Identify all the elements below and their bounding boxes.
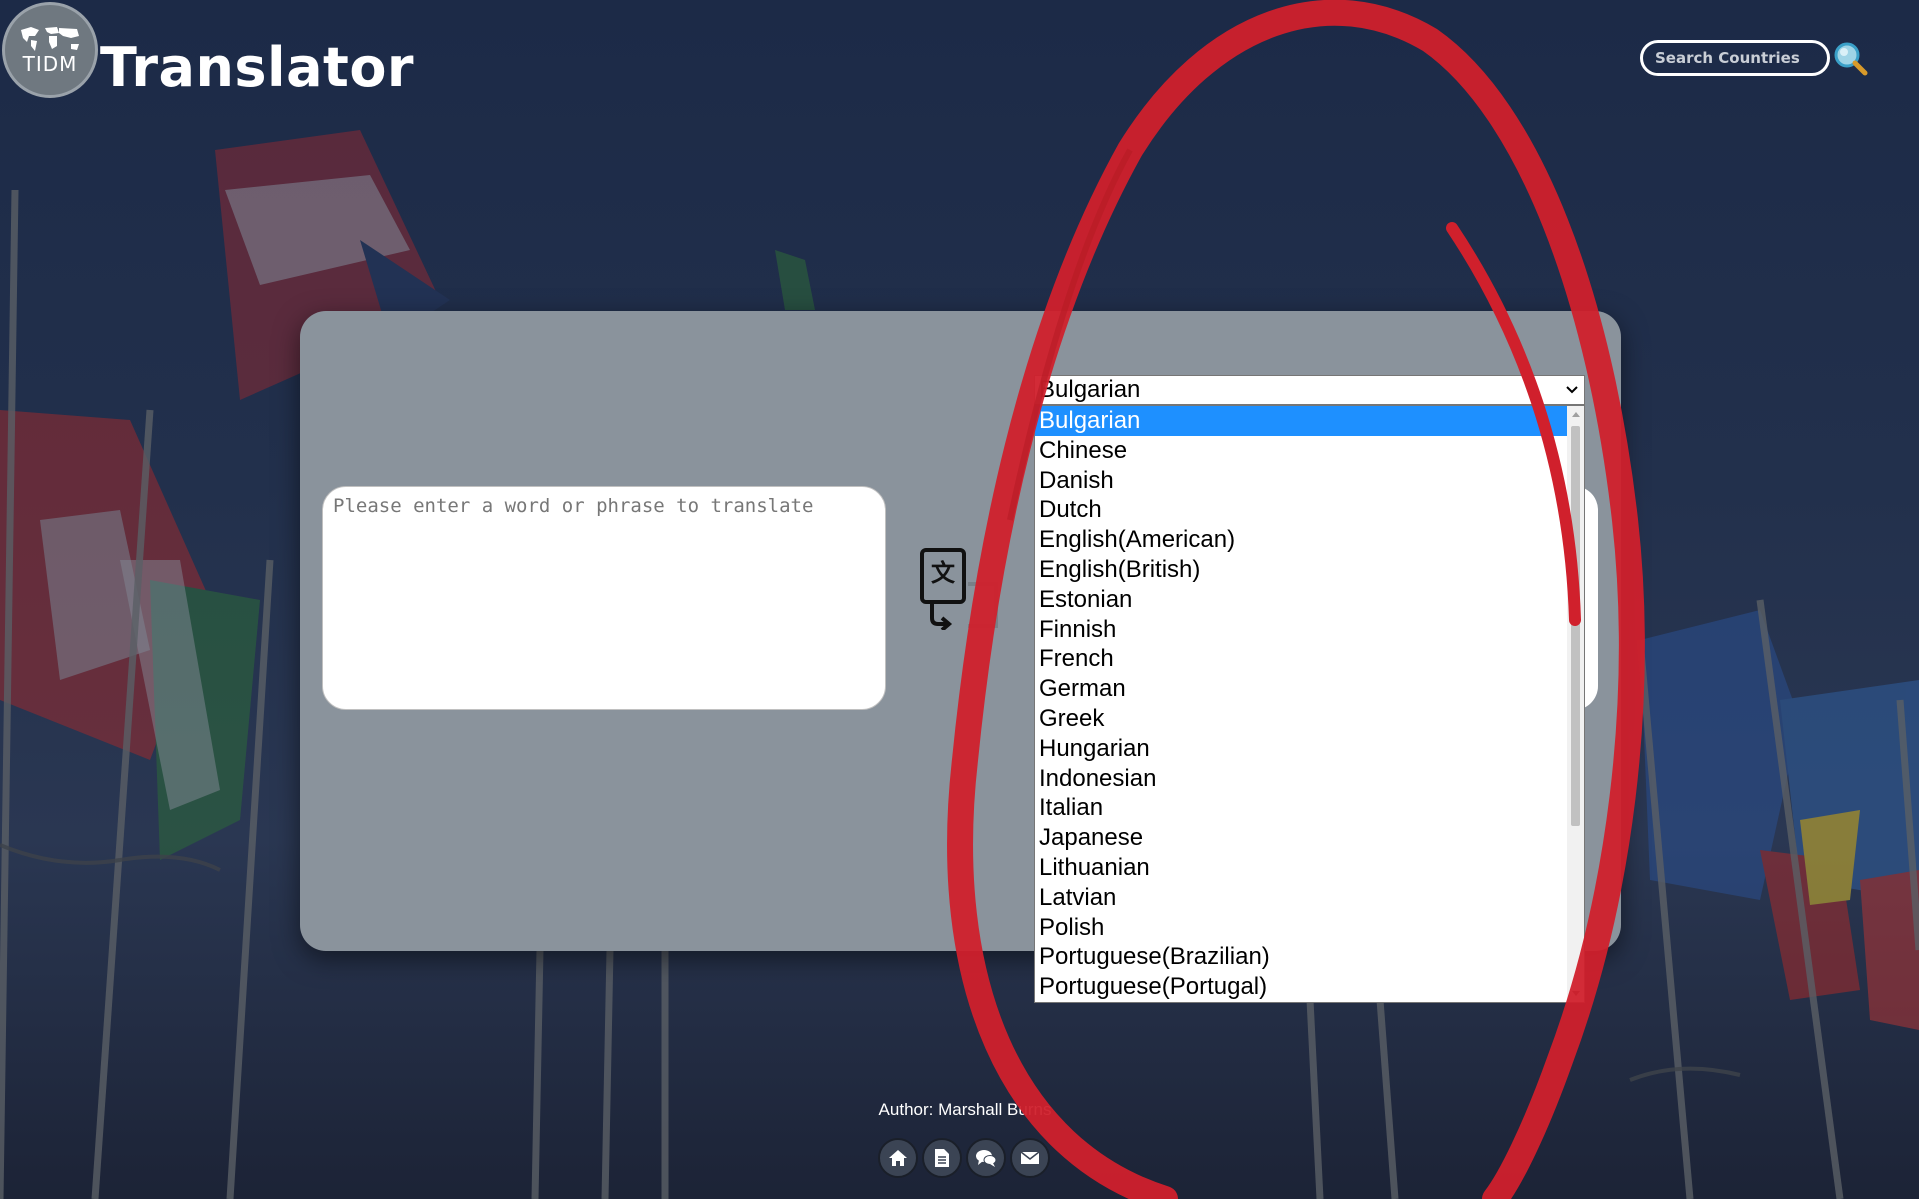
language-option[interactable]: Chinese: [1035, 436, 1567, 466]
language-options: Bulgarian Chinese Danish Dutch English(Ameri…: [1035, 406, 1567, 1002]
language-option[interactable]: Hungarian: [1035, 734, 1567, 764]
page-title: Translator: [100, 36, 415, 99]
language-option[interactable]: English(American): [1035, 525, 1567, 555]
dropdown-scrollbar[interactable]: [1567, 406, 1584, 1002]
search-icon[interactable]: [1832, 40, 1868, 76]
selected-language: Bulgarian: [1039, 376, 1141, 403]
language-option[interactable]: Latvian: [1035, 883, 1567, 913]
language-dropdown-list[interactable]: Bulgarian Chinese Danish Dutch English(Ameri…: [1034, 405, 1585, 1003]
world-map-icon: [21, 27, 79, 51]
logo-text: TIDM: [22, 52, 78, 76]
document-icon[interactable]: [922, 1138, 962, 1178]
footer-nav: [878, 1138, 1052, 1178]
chat-icon[interactable]: [966, 1138, 1006, 1178]
language-option[interactable]: Polish: [1035, 913, 1567, 943]
language-option[interactable]: French: [1035, 644, 1567, 674]
scroll-down-arrow-icon[interactable]: [1567, 985, 1584, 1002]
source-text-input[interactable]: [322, 486, 886, 710]
search-input[interactable]: [1640, 40, 1830, 76]
country-search: [1640, 40, 1870, 76]
home-icon[interactable]: [878, 1138, 918, 1178]
language-option[interactable]: Finnish: [1035, 615, 1567, 645]
language-option[interactable]: Lithuanian: [1035, 853, 1567, 883]
scroll-up-arrow-icon[interactable]: [1567, 406, 1584, 423]
tidm-logo[interactable]: TIDM: [2, 2, 98, 98]
language-option[interactable]: German: [1035, 674, 1567, 704]
language-option[interactable]: Estonian: [1035, 585, 1567, 615]
language-option[interactable]: Portuguese(Brazilian): [1035, 942, 1567, 972]
language-option[interactable]: Bulgarian: [1035, 406, 1567, 436]
language-option[interactable]: Dutch: [1035, 495, 1567, 525]
language-option[interactable]: Greek: [1035, 704, 1567, 734]
language-option[interactable]: English(British): [1035, 555, 1567, 585]
language-option[interactable]: Japanese: [1035, 823, 1567, 853]
svg-text:文: 文: [931, 559, 956, 587]
scrollbar-thumb[interactable]: [1571, 426, 1580, 826]
language-option[interactable]: Italian: [1035, 793, 1567, 823]
mail-icon[interactable]: [1010, 1138, 1050, 1178]
language-option[interactable]: Danish: [1035, 466, 1567, 496]
language-option[interactable]: Indonesian: [1035, 764, 1567, 794]
target-language-select[interactable]: Bulgarian: [1034, 375, 1585, 405]
author-credit: Author: Marshall Burns: [878, 1100, 1052, 1119]
translate-icon[interactable]: 文: [918, 546, 1004, 632]
language-option[interactable]: Portuguese(Portugal): [1035, 972, 1567, 1002]
chevron-down-icon: [1560, 386, 1584, 394]
